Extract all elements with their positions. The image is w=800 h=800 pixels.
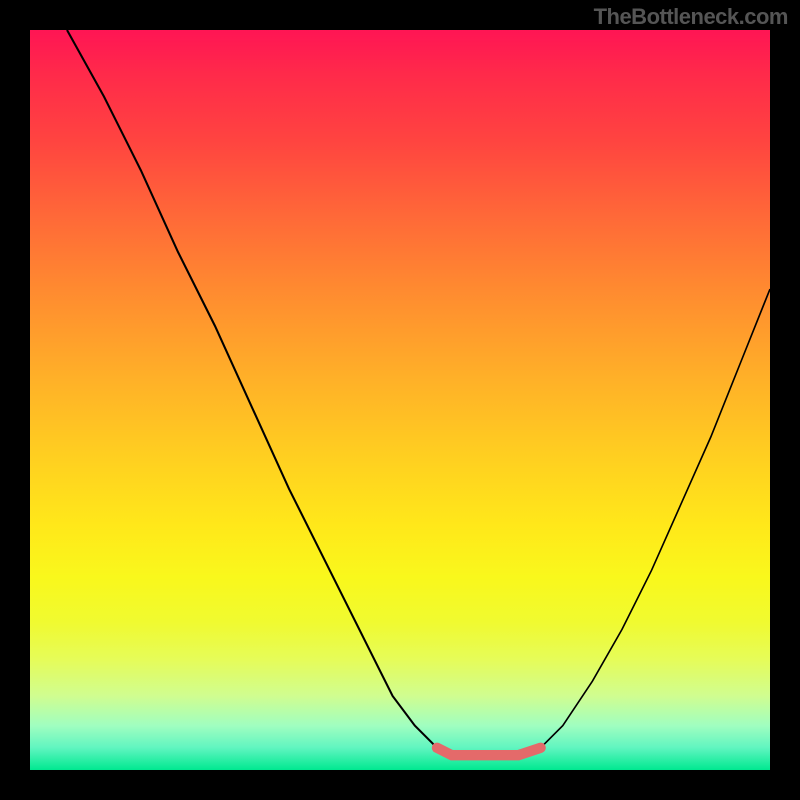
right-curve-path [541, 289, 770, 748]
curve-layer [30, 30, 770, 770]
left-curve-path [67, 30, 437, 748]
chart-frame: TheBottleneck.com [0, 0, 800, 800]
attribution-text: TheBottleneck.com [594, 4, 788, 30]
valley-marker-path [437, 748, 541, 755]
